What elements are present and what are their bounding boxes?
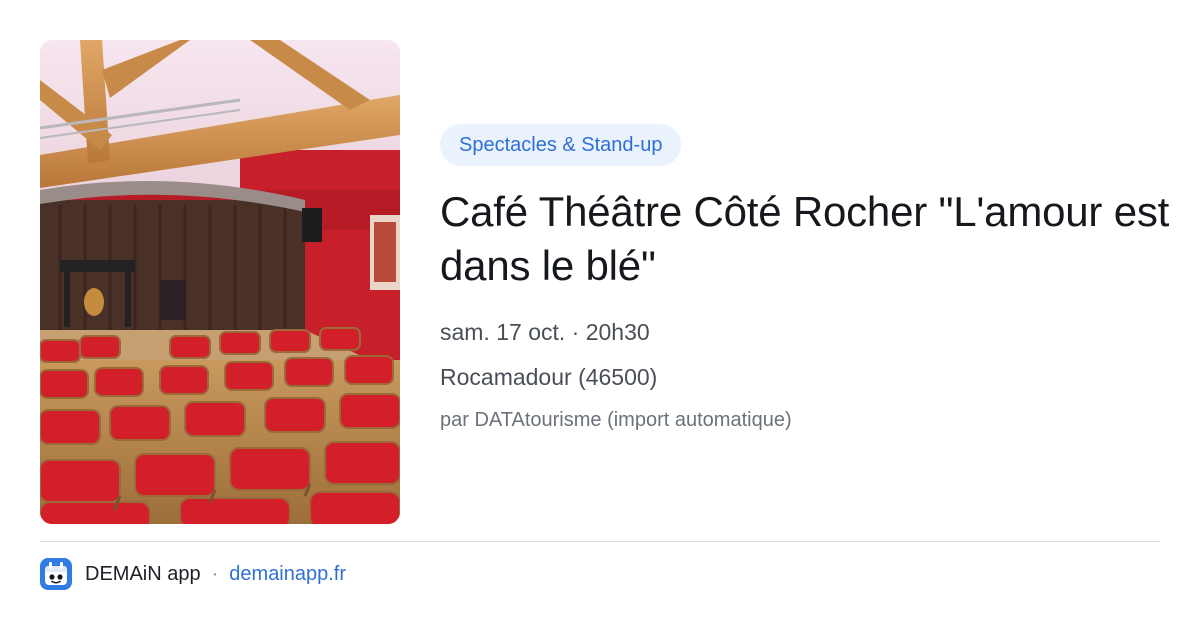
footer-divider bbox=[40, 541, 1160, 542]
event-datetime: sam. 17 oct. · 20h30 bbox=[440, 319, 650, 345]
event-source: par DATAtourisme (import automatique) bbox=[440, 409, 792, 431]
event-photo bbox=[40, 40, 400, 524]
category-tag: Spectacles & Stand-up bbox=[440, 124, 682, 166]
app-name: DEMAiN app bbox=[85, 562, 201, 585]
footer: DEMAiN app · demainapp.fr bbox=[40, 558, 346, 590]
event-info: Spectacles & Stand-up Café Théâtre Côté … bbox=[440, 124, 1170, 433]
domain-link[interactable]: demainapp.fr bbox=[229, 563, 346, 586]
event-title: Café Théâtre Côté Rocher "L'amour est da… bbox=[440, 188, 1170, 289]
footer-separator: · bbox=[211, 562, 219, 585]
event-location: Rocamadour (46500) bbox=[440, 364, 658, 390]
demain-app-logo-icon bbox=[40, 558, 72, 590]
